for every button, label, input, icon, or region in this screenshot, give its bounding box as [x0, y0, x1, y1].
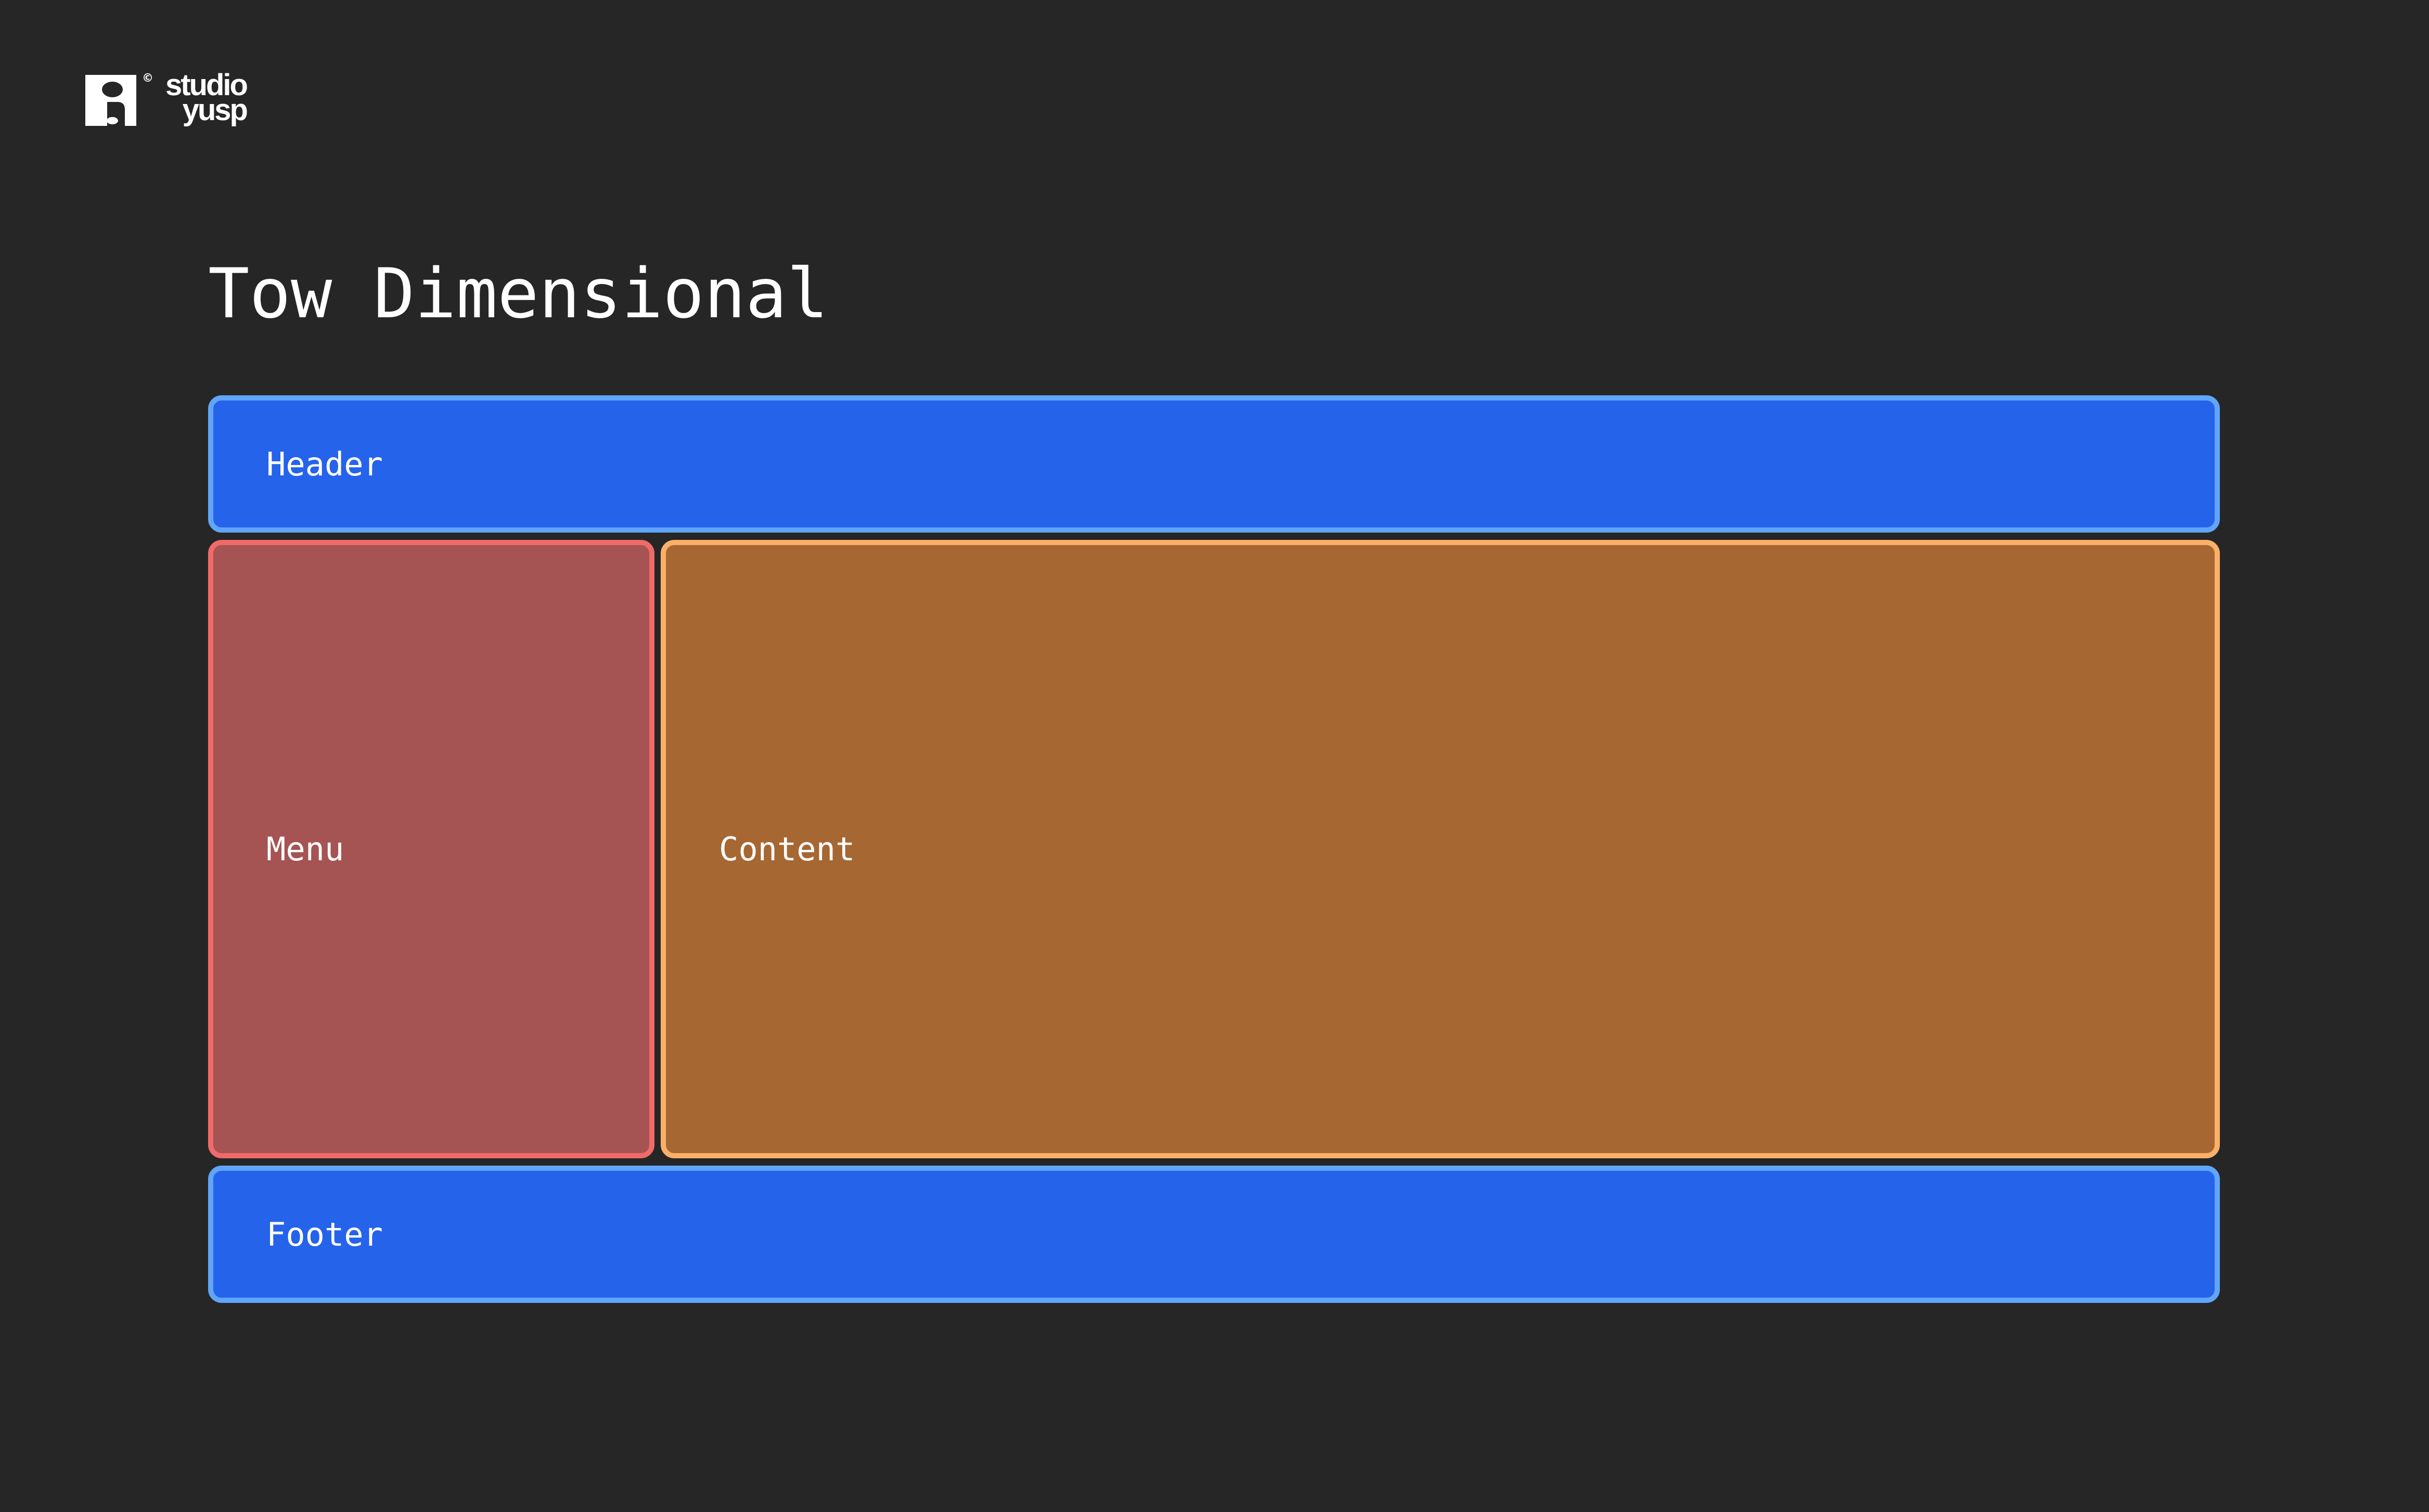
content-area-label: Content [719, 830, 855, 868]
brand-logo: © studio yusp [82, 70, 248, 129]
copyright-mark: © [142, 72, 153, 85]
footer-area: Footer [208, 1166, 2220, 1303]
logo-wordmark-line-2: yusp [182, 93, 248, 127]
menu-area-label: Menu [266, 830, 344, 868]
menu-area: Menu [208, 540, 654, 1158]
footer-area-label: Footer [266, 1215, 383, 1253]
page-title: Tow Dimensional [208, 254, 829, 334]
content-area: Content [661, 540, 2220, 1158]
header-area-label: Header [266, 445, 383, 483]
studio-yusp-logo-icon [85, 75, 136, 126]
header-area: Header [208, 395, 2220, 533]
logo-wordmark: studio yusp [165, 70, 248, 127]
